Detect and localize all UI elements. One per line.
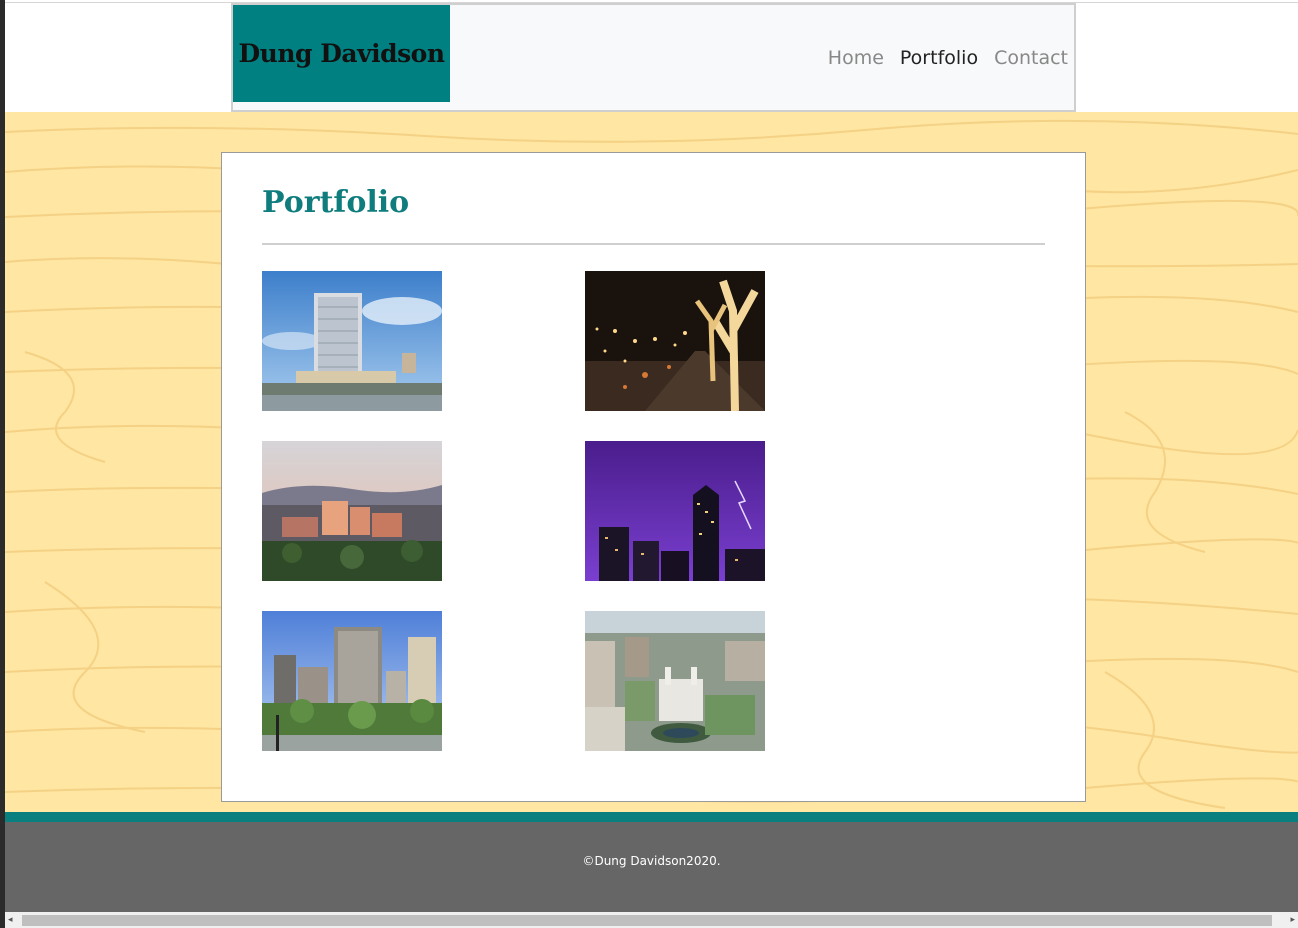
scroll-right-icon[interactable]: ▸ bbox=[1290, 915, 1295, 925]
scroll-left-icon[interactable]: ◂ bbox=[8, 915, 13, 925]
scrollbar-thumb[interactable] bbox=[22, 915, 1272, 926]
gallery-image-4[interactable] bbox=[585, 441, 765, 581]
brand-logo[interactable]: Dung Davidson bbox=[233, 5, 450, 102]
gallery-image-1[interactable] bbox=[262, 271, 442, 411]
copyright-text: ©Dung Davidson2020. bbox=[582, 854, 721, 868]
gallery-image-2[interactable] bbox=[585, 271, 765, 411]
city-dusk-image bbox=[262, 441, 442, 581]
navbar: Dung Davidson Home Portfolio Contact bbox=[231, 3, 1076, 112]
nav-link-home[interactable]: Home bbox=[828, 47, 884, 69]
downtown-park-image bbox=[262, 611, 442, 751]
gallery-image-5[interactable] bbox=[262, 611, 442, 751]
nav-links: Home Portfolio Contact bbox=[812, 47, 1068, 69]
holiday-lights-image bbox=[585, 271, 765, 411]
aerial-temple-image bbox=[585, 611, 765, 751]
storm-skyline-image bbox=[585, 441, 765, 581]
nav-link-contact[interactable]: Contact bbox=[994, 47, 1068, 69]
hotel-tower-image bbox=[262, 271, 442, 411]
horizontal-scrollbar[interactable]: ◂ ▸ bbox=[5, 912, 1298, 928]
page-title: Portfolio bbox=[262, 185, 410, 220]
nav-link-portfolio[interactable]: Portfolio bbox=[900, 47, 978, 69]
footer-stripe bbox=[5, 812, 1298, 822]
title-divider bbox=[262, 243, 1045, 245]
footer: ©Dung Davidson2020. bbox=[5, 822, 1298, 912]
gallery-image-6[interactable] bbox=[585, 611, 765, 751]
gallery-image-3[interactable] bbox=[262, 441, 442, 581]
portfolio-card: Portfolio bbox=[221, 152, 1086, 802]
